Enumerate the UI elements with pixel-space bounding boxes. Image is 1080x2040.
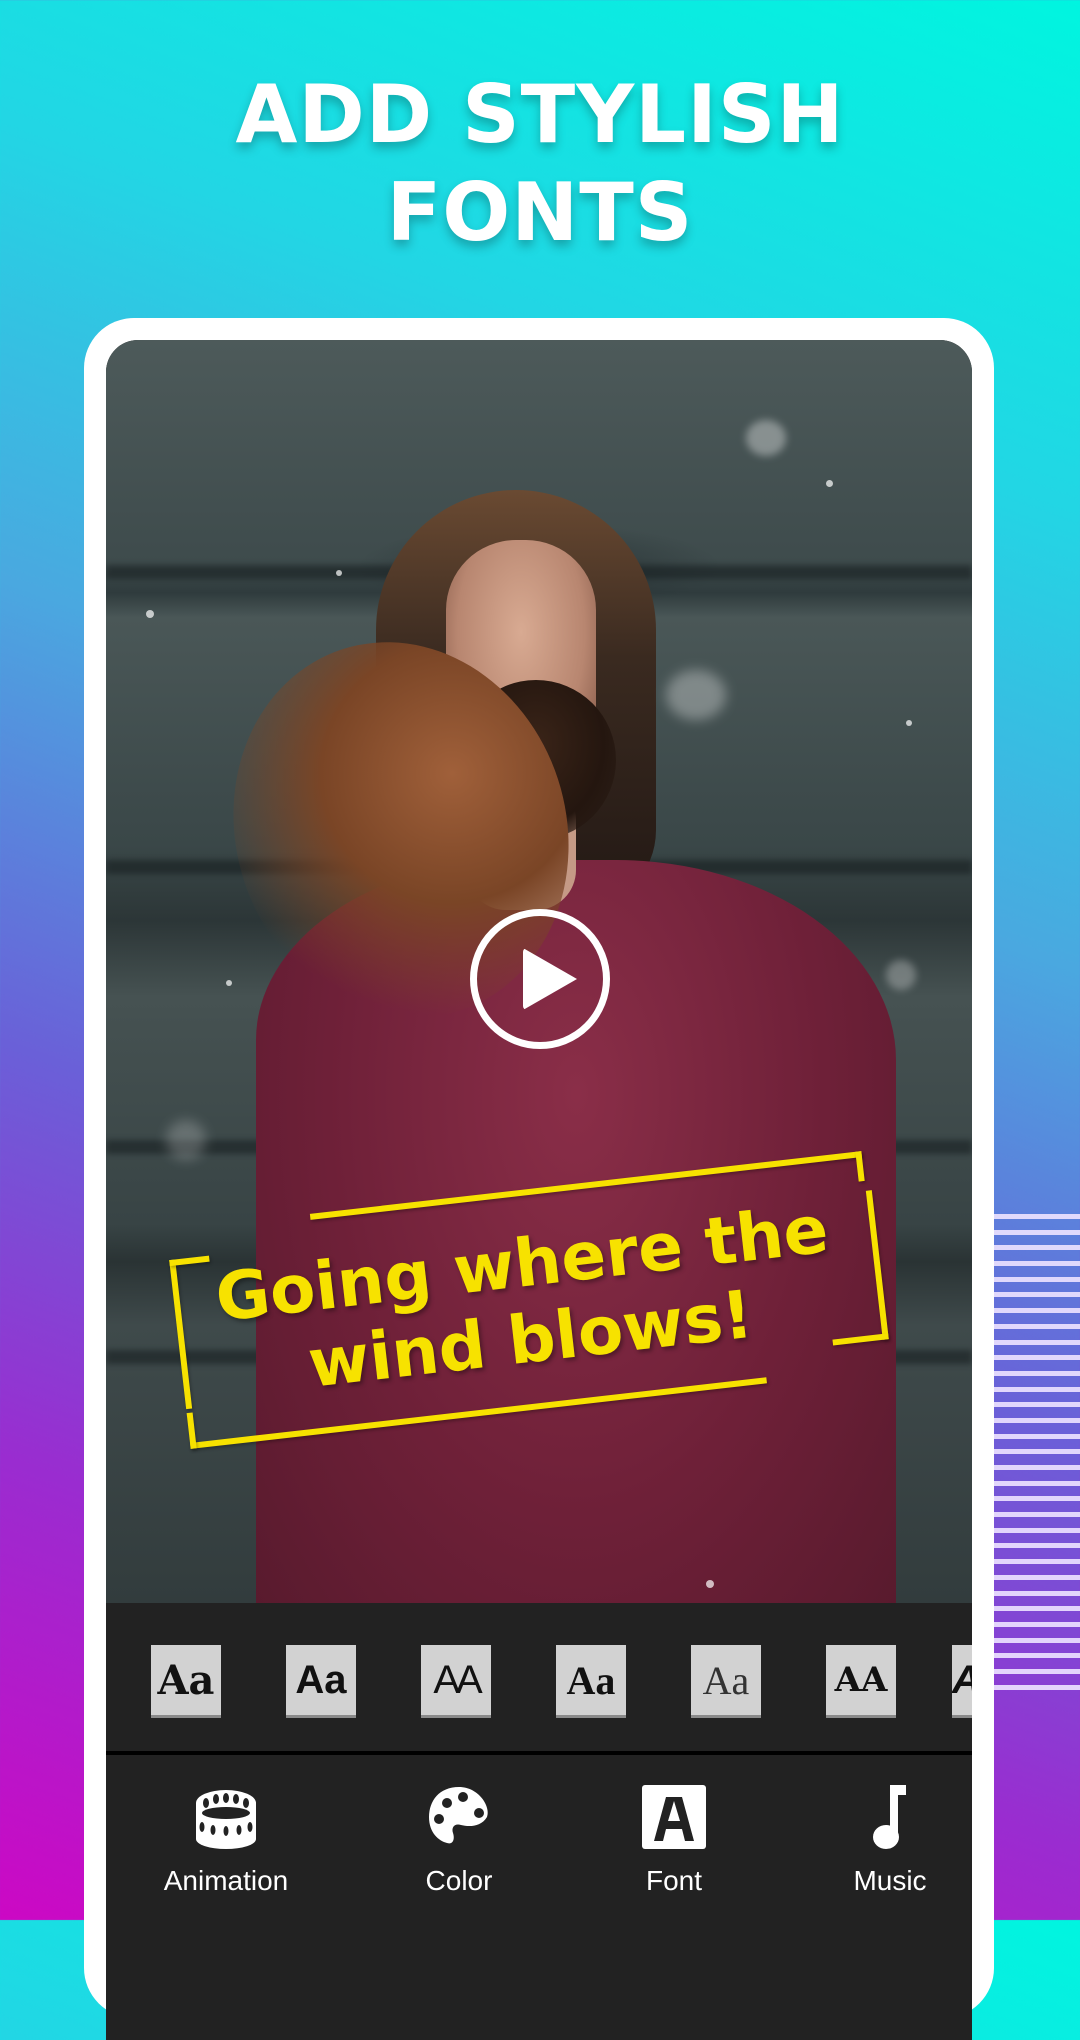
nav-color[interactable]: Color: [359, 1755, 559, 1925]
bottom-toolbar: Animation Color Font Music: [106, 1755, 972, 1955]
font-option-2[interactable]: Aa: [286, 1645, 356, 1715]
animation-reel-icon: [196, 1790, 256, 1849]
nav-label-color: Color: [425, 1865, 493, 1896]
promo-headline: ADD STYLISH FONTS: [0, 66, 1080, 262]
font-option-5[interactable]: Aa: [691, 1645, 761, 1715]
play-button[interactable]: [470, 909, 610, 1049]
music-note-icon: [873, 1785, 906, 1849]
font-option-3[interactable]: AA: [421, 1645, 491, 1715]
font-picker-strip[interactable]: Aa Aa AA Aa Aa AA A: [106, 1603, 972, 1751]
video-preview[interactable]: Going where the wind blows!: [106, 340, 972, 1603]
font-option-4[interactable]: Aa: [556, 1645, 626, 1715]
palette-icon: [429, 1787, 488, 1844]
headline-line-2: FONTS: [386, 166, 694, 259]
font-option-6[interactable]: AA: [826, 1645, 896, 1715]
app-screen: Going where the wind blows! Aa Aa AA Aa …: [106, 340, 972, 2040]
headline-line-1: ADD STYLISH: [235, 68, 845, 161]
font-option-7[interactable]: A: [952, 1645, 972, 1715]
play-icon: [523, 948, 577, 1010]
nav-label-animation: Animation: [163, 1865, 289, 1896]
font-option-1[interactable]: Aa: [151, 1645, 221, 1715]
nav-music[interactable]: Music: [790, 1755, 972, 1925]
phone-frame: Going where the wind blows! Aa Aa AA Aa …: [84, 318, 994, 2040]
decorative-stripes: [994, 1214, 1080, 1694]
nav-font[interactable]: Font: [574, 1755, 774, 1925]
nav-label-music: Music: [853, 1865, 927, 1896]
nav-animation[interactable]: Animation: [126, 1755, 326, 1925]
nav-label-font: Font: [645, 1865, 703, 1896]
font-a-icon: [642, 1785, 706, 1849]
